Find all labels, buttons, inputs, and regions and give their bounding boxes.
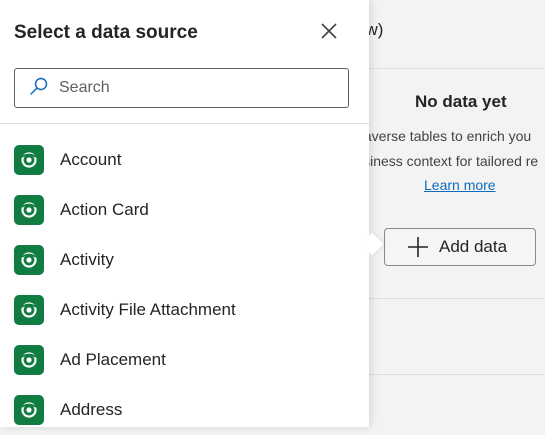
dataverse-icon xyxy=(14,395,44,425)
list-item[interactable]: Activity File Attachment xyxy=(0,285,369,335)
dataverse-icon xyxy=(14,195,44,225)
list-item[interactable]: Activity xyxy=(0,235,369,285)
learn-more-link[interactable]: Learn more xyxy=(424,177,496,193)
close-button[interactable] xyxy=(316,20,342,46)
data-source-panel: Select a data source Account Action Card xyxy=(0,0,369,427)
dataverse-icon xyxy=(14,295,44,325)
list-item-label: Activity xyxy=(60,250,114,269)
search-box[interactable] xyxy=(14,68,349,108)
data-source-list: Account Action Card Activity Activity Fi… xyxy=(0,135,369,435)
list-item-label: Ad Placement xyxy=(60,350,166,369)
list-item-label: Action Card xyxy=(60,200,149,219)
dataverse-icon xyxy=(14,345,44,375)
list-item[interactable]: Ad Placement xyxy=(0,335,369,385)
panel-pointer-top xyxy=(304,0,330,12)
panel-divider xyxy=(0,123,369,124)
panel-title: Select a data source xyxy=(14,22,198,43)
list-item-label: Account xyxy=(60,150,122,169)
search-input[interactable] xyxy=(57,78,331,98)
list-item-label: Activity File Attachment xyxy=(60,300,236,319)
list-item[interactable]: Address xyxy=(0,385,369,435)
plus-icon xyxy=(407,236,429,258)
add-data-button[interactable]: Add data xyxy=(384,228,536,266)
empty-state-text-line2: isiness context for tailored re xyxy=(360,153,539,169)
empty-state-heading: No data yet xyxy=(415,92,507,111)
list-item[interactable]: Account xyxy=(0,135,369,185)
search-icon xyxy=(29,76,49,101)
list-item-label: Address xyxy=(60,400,123,419)
add-data-label: Add data xyxy=(439,237,508,256)
dataverse-icon xyxy=(14,245,44,275)
list-item[interactable]: Action Card xyxy=(0,185,369,235)
empty-state-text-line1: taverse tables to enrich you xyxy=(360,128,532,144)
close-icon xyxy=(320,22,338,45)
dataverse-icon xyxy=(14,145,44,175)
